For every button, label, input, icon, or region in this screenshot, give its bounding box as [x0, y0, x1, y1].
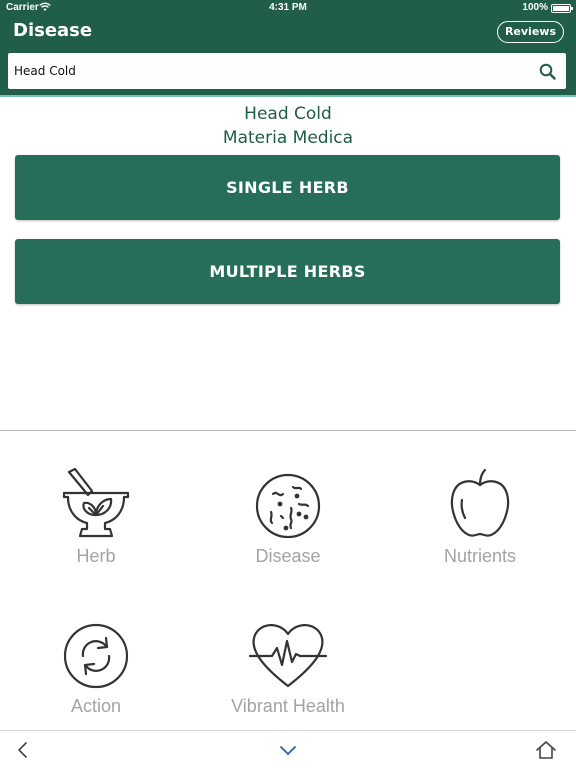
battery-icon — [551, 4, 573, 13]
home-icon[interactable] — [534, 739, 558, 761]
category-vibrant-health[interactable]: Vibrant Health — [192, 618, 384, 717]
search-input[interactable] — [8, 53, 528, 89]
status-bar: Carrier 4:31 PM 100% — [0, 0, 576, 16]
heartbeat-icon — [248, 624, 328, 688]
category-label: Herb — [76, 546, 116, 566]
chevron-down-icon[interactable] — [276, 739, 300, 761]
category-action[interactable]: Action — [0, 618, 192, 717]
category-disease[interactable]: Disease — [192, 468, 384, 567]
multiple-herbs-button[interactable]: MULTIPLE HERBS — [15, 239, 560, 304]
page-title: Disease — [13, 20, 93, 41]
chevron-left-icon[interactable] — [12, 739, 36, 761]
single-herb-button[interactable]: SINGLE HERB — [15, 155, 560, 220]
bottom-toolbar — [0, 730, 576, 768]
refresh-circle-icon — [63, 623, 129, 689]
category-label: Vibrant Health — [231, 696, 345, 716]
germ-icon — [255, 473, 321, 539]
disease-title: Head Cold — [244, 104, 332, 124]
category-label: Disease — [255, 546, 321, 566]
category-label: Nutrients — [443, 546, 517, 566]
category-label: Action — [70, 696, 122, 716]
mortar-pestle-icon — [62, 468, 130, 538]
apple-icon — [450, 468, 510, 537]
divider — [0, 430, 576, 431]
reviews-button[interactable]: Reviews — [496, 21, 564, 43]
search-box — [8, 53, 566, 89]
category-herb[interactable]: Herb — [0, 468, 192, 567]
search-icon[interactable] — [539, 63, 556, 80]
section-subtitle: Materia Medica — [222, 128, 354, 148]
category-nutrients[interactable]: Nutrients — [384, 468, 576, 567]
battery-percent: 100% — [522, 2, 548, 13]
clock: 4:31 PM — [269, 2, 307, 13]
search-bar — [0, 48, 576, 97]
nav-bar: Disease Reviews — [0, 16, 576, 48]
